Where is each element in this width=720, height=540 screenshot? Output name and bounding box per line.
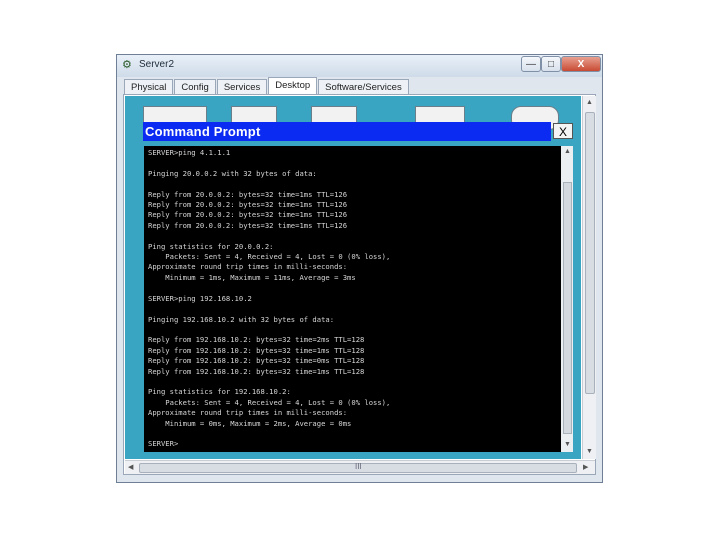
window-titlebar[interactable]: ⚙ Server2 — □ X: [117, 55, 602, 77]
terminal-line: Reply from 20.0.0.2: bytes=32 time=1ms T…: [148, 220, 348, 230]
minimize-button[interactable]: —: [521, 56, 541, 72]
tab-software-services[interactable]: Software/Services: [318, 79, 409, 94]
close-window-button[interactable]: X: [561, 56, 601, 72]
command-prompt-titlebar[interactable]: Command Prompt: [143, 122, 551, 141]
terminal-line: Pinging 192.168.10.2 with 32 bytes of da…: [148, 314, 335, 324]
terminal-line: Reply from 192.168.10.2: bytes=32 time=2…: [148, 335, 365, 345]
terminal-line: Reply from 192.168.10.2: bytes=32 time=1…: [148, 366, 365, 376]
scroll-grip: III: [355, 462, 362, 471]
horizontal-scroll-thumb[interactable]: III: [139, 462, 577, 473]
terminal-scroll-thumb[interactable]: [563, 182, 572, 434]
terminal-line: Reply from 20.0.0.2: bytes=32 time=1ms T…: [148, 210, 348, 220]
terminal-line: SERVER>: [148, 439, 179, 449]
window-title: Server2: [139, 59, 175, 70]
vertical-scrollbar[interactable]: ▲ ▼: [582, 96, 596, 459]
terminal-line: SERVER>ping 4.1.1.1: [148, 148, 231, 157]
terminal-scroll-up-icon[interactable]: ▲: [564, 148, 571, 155]
terminal-line: Approximate round trip times in milli-se…: [148, 262, 348, 272]
scroll-right-icon[interactable]: ▶: [583, 463, 588, 471]
command-prompt-title: Command Prompt: [145, 124, 261, 139]
tab-desktop[interactable]: Desktop: [268, 77, 318, 94]
terminal-line: Packets: Sent = 4, Received = 4, Lost = …: [148, 397, 391, 407]
terminal-text: SERVER>ping 4.1.1.1 Pinging 20.0.0.2 wit…: [148, 148, 390, 450]
scroll-down-icon[interactable]: ▼: [586, 448, 593, 455]
terminal-line: Reply from 192.168.10.2: bytes=32 time=1…: [148, 345, 365, 355]
terminal-scrollbar[interactable]: ▲ ▼: [561, 146, 573, 452]
tab-physical[interactable]: Physical: [124, 79, 174, 94]
terminal-line: Pinging 20.0.0.2 with 32 bytes of data:: [148, 168, 317, 178]
terminal-line: Reply from 20.0.0.2: bytes=32 time=1ms T…: [148, 200, 348, 210]
command-prompt-dialog: Command Prompt X SERVER>ping 4.1.1.1 Pin…: [141, 120, 578, 453]
horizontal-scrollbar[interactable]: ◀ III ▶: [125, 460, 595, 474]
scroll-up-icon[interactable]: ▲: [586, 99, 593, 106]
terminal-output[interactable]: SERVER>ping 4.1.1.1 Pinging 20.0.0.2 wit…: [144, 146, 561, 452]
terminal-line: Reply from 20.0.0.2: bytes=32 time=1ms T…: [148, 189, 348, 199]
terminal-line: Minimum = 1ms, Maximum = 11ms, Average =…: [148, 272, 356, 282]
terminal-line: Reply from 192.168.10.2: bytes=32 time=0…: [148, 356, 365, 366]
maximize-button[interactable]: □: [541, 56, 561, 72]
terminal-line: Minimum = 0ms, Maximum = 2ms, Average = …: [148, 418, 352, 428]
terminal-scroll-down-icon[interactable]: ▼: [564, 441, 571, 448]
terminal-line: SERVER>ping 192.168.10.2: [148, 293, 252, 303]
terminal-line: Approximate round trip times in milli-se…: [148, 408, 348, 418]
command-prompt-close-button[interactable]: X: [553, 123, 573, 139]
server-icon: ⚙: [122, 59, 132, 71]
terminal-line: Ping statistics for 20.0.0.2:: [148, 241, 274, 251]
vertical-scroll-thumb[interactable]: [585, 112, 595, 394]
terminal-line: Ping statistics for 192.168.10.2:: [148, 387, 291, 397]
tab-services[interactable]: Services: [216, 79, 268, 94]
scroll-left-icon[interactable]: ◀: [128, 463, 133, 471]
terminal-line: Packets: Sent = 4, Received = 4, Lost = …: [148, 252, 391, 262]
tab-bar: Physical Config Services Desktop Softwar…: [124, 77, 410, 94]
tab-config[interactable]: Config: [174, 79, 216, 94]
